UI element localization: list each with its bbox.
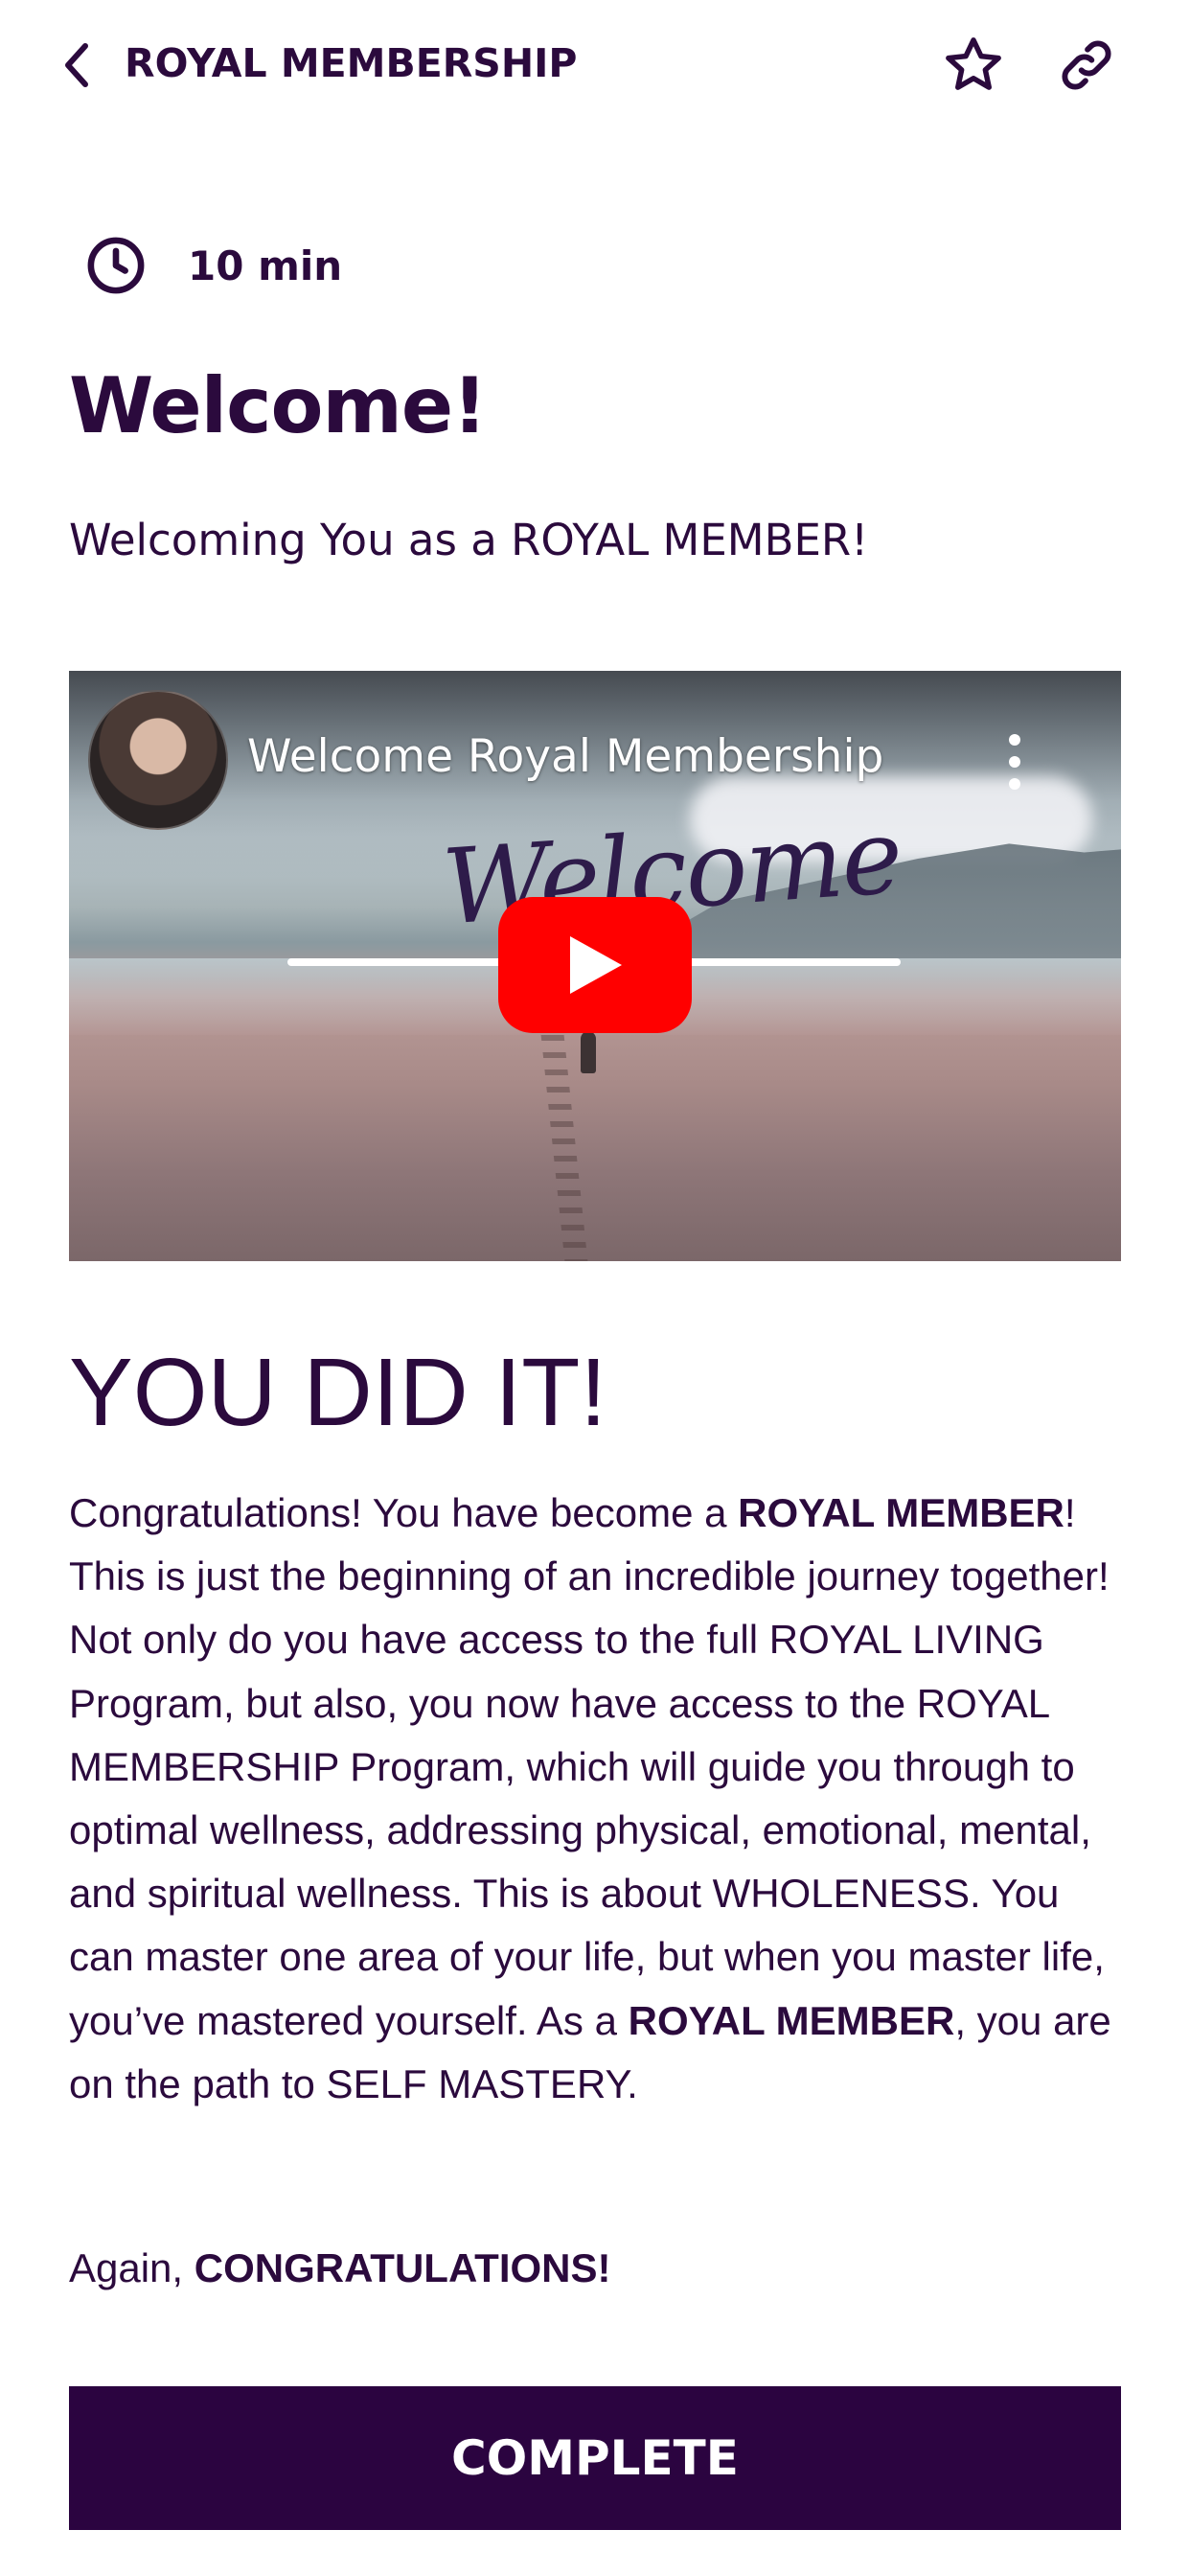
- video-thumbnail-person: [581, 1031, 596, 1073]
- closing-prefix: Again,: [69, 2245, 195, 2290]
- play-button[interactable]: [498, 897, 692, 1033]
- congratulations-paragraph: Congratulations! You have become a ROYAL…: [69, 1482, 1123, 2116]
- complete-button[interactable]: COMPLETE: [69, 2386, 1121, 2530]
- star-icon: [946, 37, 1001, 90]
- copy-link-button[interactable]: [1052, 31, 1121, 100]
- top-app-bar: ROYAL MEMBERSHIP: [0, 0, 1190, 130]
- chevron-left-icon: [65, 43, 88, 87]
- closing-bold: CONGRATULATIONS!: [194, 2245, 611, 2290]
- play-icon: [570, 936, 622, 994]
- paragraph-text: ! This is just the beginning of an incre…: [69, 1490, 1110, 2043]
- favorite-button[interactable]: [939, 31, 1008, 100]
- back-button[interactable]: [50, 34, 103, 96]
- lesson-duration: 10 min: [84, 234, 342, 297]
- link-icon: [1062, 40, 1111, 90]
- page-subtitle: Welcoming You as a ROYAL MEMBER!: [69, 515, 869, 565]
- closing-line: Again, CONGRATULATIONS!: [69, 2237, 611, 2300]
- video-title[interactable]: Welcome Royal Membership: [247, 730, 883, 783]
- clock-icon: [84, 234, 148, 297]
- header-title: ROYAL MEMBERSHIP: [125, 40, 578, 86]
- channel-avatar[interactable]: [88, 690, 228, 830]
- paragraph-bold: ROYAL MEMBER: [738, 1490, 1064, 1535]
- paragraph-bold: ROYAL MEMBER: [628, 1997, 955, 2043]
- more-vertical-icon[interactable]: [1000, 734, 1029, 790]
- duration-text: 10 min: [188, 242, 343, 289]
- paragraph-text: Congratulations! You have become a: [69, 1490, 739, 1535]
- video-player[interactable]: Welcome Royal Membership Welcome: [69, 671, 1121, 1261]
- page-title: Welcome!: [69, 361, 488, 450]
- section-heading: YOU DID IT!: [69, 1339, 607, 1446]
